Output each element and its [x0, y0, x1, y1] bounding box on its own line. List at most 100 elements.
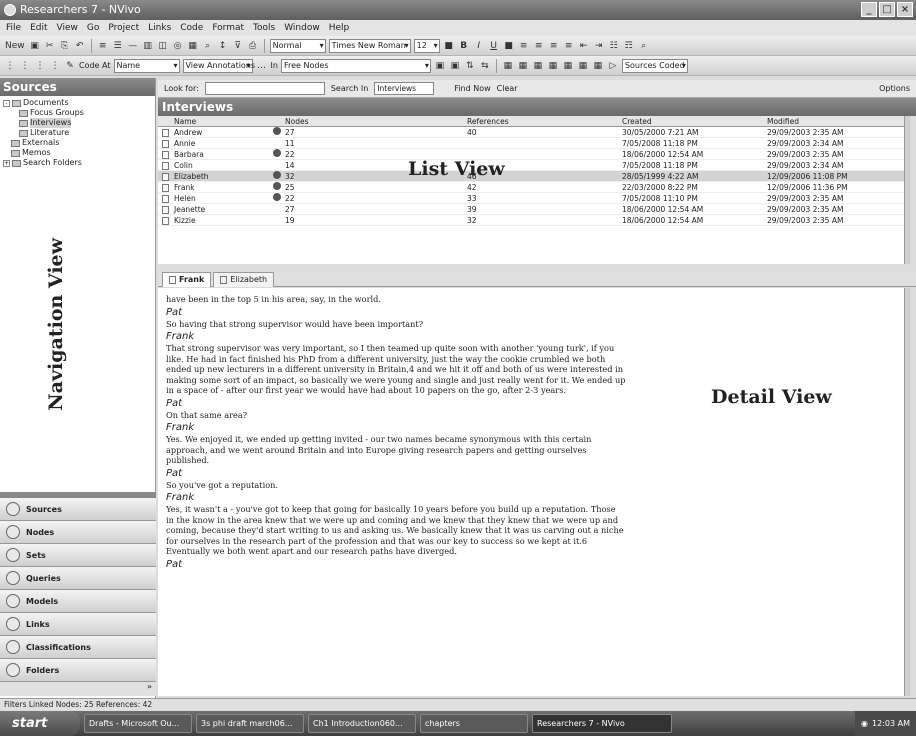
tab-frank[interactable]: Frank [162, 272, 212, 287]
menu-tools[interactable]: Tools [253, 20, 275, 36]
clear-button[interactable]: Clear [497, 84, 518, 93]
column-header-created[interactable]: Created [622, 116, 767, 126]
table-icon[interactable]: ▦ [577, 59, 589, 73]
taskbar-item[interactable]: Drafts - Microsoft Ou... [84, 714, 192, 733]
new-button[interactable]: New [4, 39, 26, 53]
justify-icon[interactable]: ≡ [563, 39, 575, 53]
font-color-icon[interactable]: ■ [443, 39, 455, 53]
table-row[interactable]: Andrew 27 40 30/05/2000 7:21 AM 29/09/2003 2… [158, 127, 910, 138]
filter-icon[interactable]: ⊽ [232, 39, 244, 53]
table-row[interactable]: Helen 22 33 7/05/2008 11:10 PM 29/09/2003 2:… [158, 193, 910, 204]
column-header-references[interactable]: References [467, 116, 622, 126]
menu-format[interactable]: Format [212, 20, 244, 36]
linked-memo-icon[interactable] [273, 171, 281, 179]
tree-item-documents[interactable]: - Documents [3, 98, 152, 108]
tree-item-interviews[interactable]: Interviews [3, 118, 152, 128]
model-icon[interactable]: ◫ [157, 39, 169, 53]
menu-code[interactable]: Code [180, 20, 203, 36]
table-row[interactable]: Barbara 22 18/06/2000 12:54 AM 29/09/2003 2… [158, 149, 910, 160]
find-replace-icon[interactable]: ⌕ [638, 39, 650, 53]
minimize-button[interactable]: _ [861, 2, 877, 17]
column-header-nodes[interactable]: Nodes [285, 116, 467, 126]
play-icon[interactable]: ▷ [607, 59, 619, 73]
name-select[interactable]: Name [113, 58, 180, 73]
linked-memo-icon[interactable] [273, 149, 281, 157]
menu-view[interactable]: View [57, 20, 78, 36]
line-icon[interactable]: — [127, 39, 139, 53]
align-center-icon[interactable]: ≡ [533, 39, 545, 53]
free-nodes-select[interactable]: Free Nodes [280, 58, 431, 73]
style-select[interactable]: Normal [269, 38, 326, 53]
font-select[interactable]: Times New Roman [328, 38, 411, 53]
table-icon[interactable]: ▦ [562, 59, 574, 73]
tree-item-externals[interactable]: Externals [3, 138, 152, 148]
find-now-button[interactable]: Find Now [454, 84, 490, 93]
indent-icon[interactable]: ⇥ [593, 39, 605, 53]
table-row[interactable]: Elizabeth 32 46 28/05/1999 4:22 AM 12/09/200… [158, 171, 910, 182]
grid-icon[interactable]: ▦ [187, 39, 199, 53]
numbering-icon[interactable]: ☰ [112, 39, 124, 53]
nav-button-links[interactable]: Links [0, 613, 156, 636]
cut-icon[interactable]: ✂ [44, 39, 56, 53]
linked-memo-icon[interactable] [273, 127, 281, 135]
table-icon[interactable]: ▦ [592, 59, 604, 73]
outdent-icon[interactable]: ⇤ [578, 39, 590, 53]
taskbar-item[interactable]: Ch1 Introduction060... [308, 714, 416, 733]
linked-memo-icon[interactable] [273, 182, 281, 190]
nav-button-nodes[interactable]: Nodes [0, 521, 156, 544]
menu-project[interactable]: Project [108, 20, 139, 36]
align-right-icon[interactable]: ≡ [548, 39, 560, 53]
table-row[interactable]: Annie 11 7/05/2008 11:18 PM 29/09/2003 2:34… [158, 138, 910, 149]
list-numbers-icon[interactable]: ☶ [623, 39, 635, 53]
underline-icon[interactable]: U [488, 39, 500, 53]
copy-icon[interactable]: ⎘ [59, 39, 71, 53]
italic-icon[interactable]: I [473, 39, 485, 53]
undo-icon[interactable]: ↶ [74, 39, 86, 53]
nav-more-chevron-icon[interactable]: » [0, 682, 156, 696]
detail-view[interactable]: have been in the top 5 in his area, say,… [158, 288, 910, 696]
table-row[interactable]: Kizzie 19 32 18/06/2000 12:54 AM 29/09/2003 … [158, 215, 910, 226]
menu-file[interactable]: File [6, 20, 21, 36]
sort-icon[interactable]: ↕ [217, 39, 229, 53]
sources-coded-select[interactable]: Sources Coded [621, 58, 688, 73]
collapse-icon[interactable]: - [3, 99, 10, 107]
table-icon[interactable]: ▦ [502, 59, 514, 73]
annotations-select[interactable]: View Annotations [182, 58, 255, 73]
code-selection-icon[interactable]: ▣ [434, 59, 446, 73]
tab-elizabeth[interactable]: Elizabeth [213, 272, 275, 287]
look-for-input[interactable] [204, 82, 325, 95]
search-in-button[interactable]: Search In [331, 84, 368, 93]
menu-help[interactable]: Help [329, 20, 350, 36]
taskbar-item[interactable]: chapters [420, 714, 528, 733]
menu-links[interactable]: Links [148, 20, 171, 36]
menu-window[interactable]: Window [284, 20, 320, 36]
highlight-coding-icon[interactable]: ⇆ [479, 59, 491, 73]
tree-item-literature[interactable]: Literature [3, 128, 152, 138]
nav-button-sets[interactable]: Sets [0, 544, 156, 567]
column-header-name[interactable]: Name [158, 116, 273, 126]
maximize-button[interactable]: □ [879, 2, 895, 17]
nav-button-queries[interactable]: Queries [0, 567, 156, 590]
font-size-select[interactable]: 12 [413, 38, 440, 53]
taskbar-item-active[interactable]: Researchers 7 - NVivo [532, 714, 672, 733]
highlight-icon[interactable]: ■ [503, 39, 515, 53]
table-row[interactable]: Jeanette 27 39 18/06/2000 12:54 AM 29/09/200… [158, 204, 910, 215]
code-in-vivo-icon[interactable]: ⋮ [34, 59, 46, 73]
list-bullets-icon[interactable]: ☷ [608, 39, 620, 53]
table-row[interactable]: Frank 25 42 22/03/2000 8:22 PM 12/09/2006 11… [158, 182, 910, 193]
nav-button-folders[interactable]: Folders [0, 659, 156, 682]
spread-icon[interactable]: ⋮ [49, 59, 61, 73]
menu-edit[interactable]: Edit [30, 20, 47, 36]
nav-button-sources[interactable]: Sources [0, 498, 156, 521]
nav-button-models[interactable]: Models [0, 590, 156, 613]
table-icon[interactable]: ▦ [547, 59, 559, 73]
code-icon[interactable]: ⋮ [4, 59, 16, 73]
annotation-icon[interactable]: ✎ [64, 59, 76, 73]
tree-item-focus-groups[interactable]: Focus Groups [3, 108, 152, 118]
taskbar-item[interactable]: 3s phi draft march06... [196, 714, 304, 733]
network-icon[interactable]: ◉ [861, 711, 868, 736]
search-in-field[interactable]: Interviews [374, 82, 435, 95]
link-icon[interactable]: ◎ [172, 39, 184, 53]
column-header-modified[interactable]: Modified [767, 116, 907, 126]
column-header-link[interactable] [273, 116, 285, 126]
